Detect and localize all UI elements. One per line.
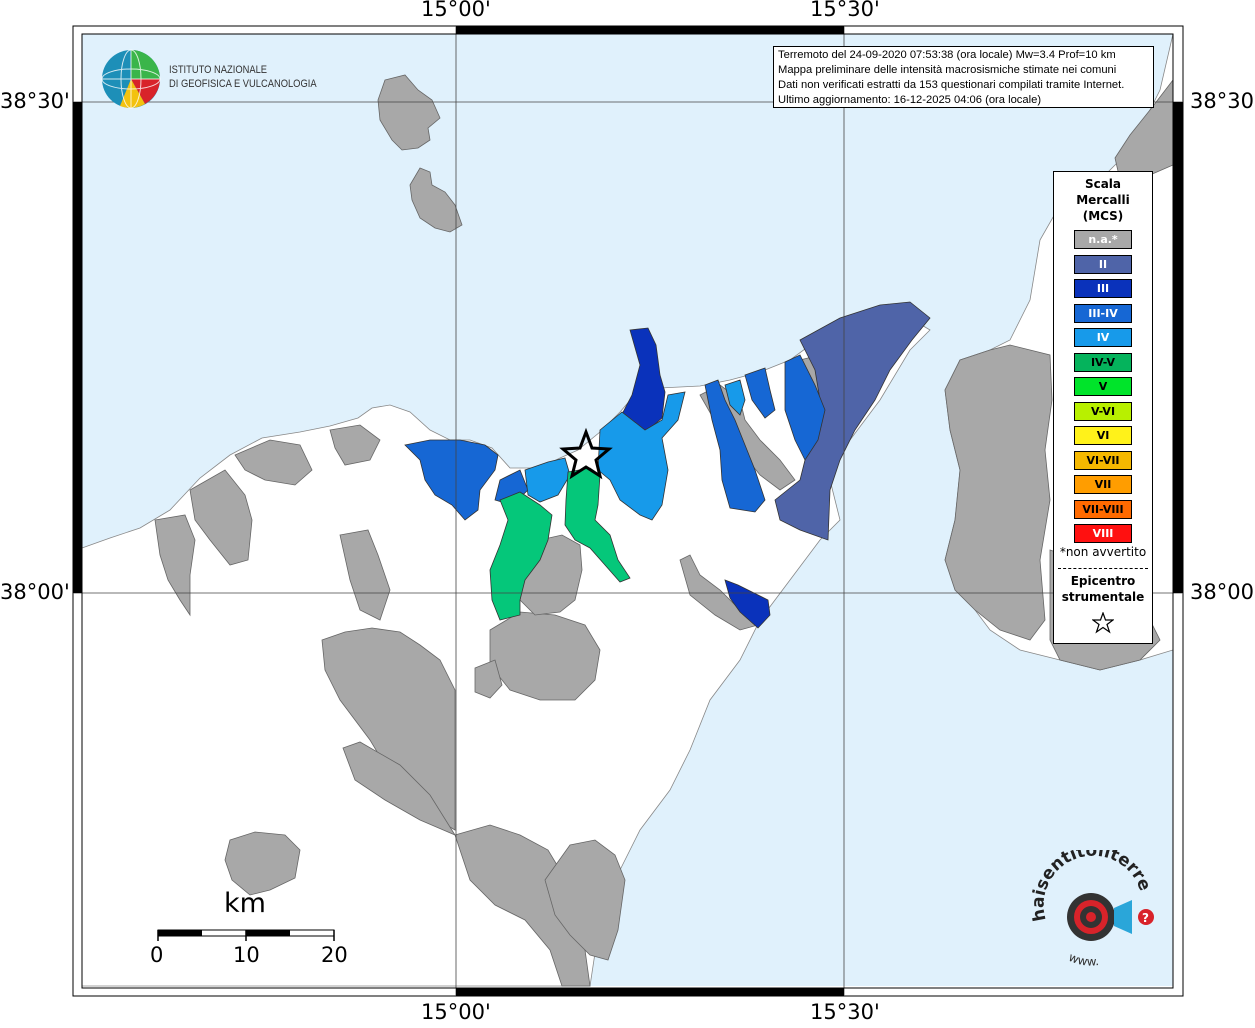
lat-label-left-top: 38°30' <box>0 89 70 113</box>
ingv-name-line2: DI GEOFISICA E VULCANOLOGIA <box>169 78 317 90</box>
legend-item: III <box>1074 279 1132 298</box>
scale-tick-20: 20 <box>321 943 348 967</box>
intensity-legend: Scala Mercalli (MCS) n.a.* II III III-IV IV I… <box>1053 171 1153 644</box>
svg-text:?: ? <box>1142 911 1149 925</box>
scale-tick-10: 10 <box>233 943 260 967</box>
legend-item: III-IV <box>1074 303 1132 323</box>
legend-epicenter-label: Epicentro strumentale <box>1054 573 1152 605</box>
earthquake-info-box: Terremoto del 24-09-2020 07:53:38 (ora l… <box>773 46 1154 108</box>
legend-item: VII-VIII <box>1074 499 1132 519</box>
legend-item: V <box>1074 377 1132 396</box>
legend-title-line2: Mercalli <box>1076 193 1130 207</box>
lon-label-top-right: 15°30' <box>810 0 880 21</box>
legend-item: IV-V <box>1074 352 1132 372</box>
legend-item: VIII <box>1074 524 1132 543</box>
legend-item: VII <box>1074 475 1132 494</box>
legend-item: n.a.* <box>1074 230 1132 249</box>
ingv-name: ISTITUTO NAZIONALE DI GEOFISICA E VULCAN… <box>169 63 317 91</box>
legend-item: V-VI <box>1074 401 1132 421</box>
ingv-globe-icon <box>101 49 161 109</box>
haisentito-logo: haisentitoilterremoto.it www. ? <box>1028 850 1155 969</box>
scale-unit-label: km <box>224 888 266 919</box>
info-line-4: Ultimo aggiornamento: 16-12-2025 04:06 (… <box>778 94 1042 106</box>
lon-label-bottom-right: 15°30' <box>810 1000 880 1024</box>
lon-label-bottom-left: 15°00' <box>421 1000 491 1024</box>
legend-item: VI-VII <box>1074 450 1132 470</box>
info-line-3: Dati non verificati estratti da 153 ques… <box>778 79 1125 91</box>
info-line-1: Terremoto del 24-09-2020 07:53:38 (ora l… <box>778 49 1116 61</box>
lat-label-right-bottom: 38°00' <box>1190 580 1255 604</box>
legend-item: VI <box>1074 426 1132 445</box>
lat-label-left-bottom: 38°00' <box>0 580 70 604</box>
svg-text:www.: www. <box>1067 950 1100 969</box>
legend-note: *non avvertito <box>1059 545 1147 559</box>
legend-title-line3: (MCS) <box>1082 209 1124 223</box>
legend-item: IV <box>1074 328 1132 347</box>
logo-url-text: www. <box>1067 950 1100 969</box>
legend-title: Scala Mercalli (MCS) <box>1054 176 1152 224</box>
scale-tick-0: 0 <box>150 943 164 967</box>
info-line-2: Mappa preliminare delle intensità macros… <box>778 64 1117 76</box>
legend-title-line1: Scala <box>1084 177 1122 191</box>
legend-item: II <box>1074 254 1132 274</box>
ingv-name-line1: ISTITUTO NAZIONALE <box>169 64 268 76</box>
legend-separator <box>1058 568 1148 569</box>
legend-epicenter-line2: strumentale <box>1061 590 1145 604</box>
legend-epicenter-line1: Epicentro <box>1070 574 1136 588</box>
lat-label-right-top: 38°30' <box>1190 89 1255 113</box>
epicenter-star-icon <box>1092 612 1114 634</box>
lon-label-top-left: 15°00' <box>421 0 491 21</box>
